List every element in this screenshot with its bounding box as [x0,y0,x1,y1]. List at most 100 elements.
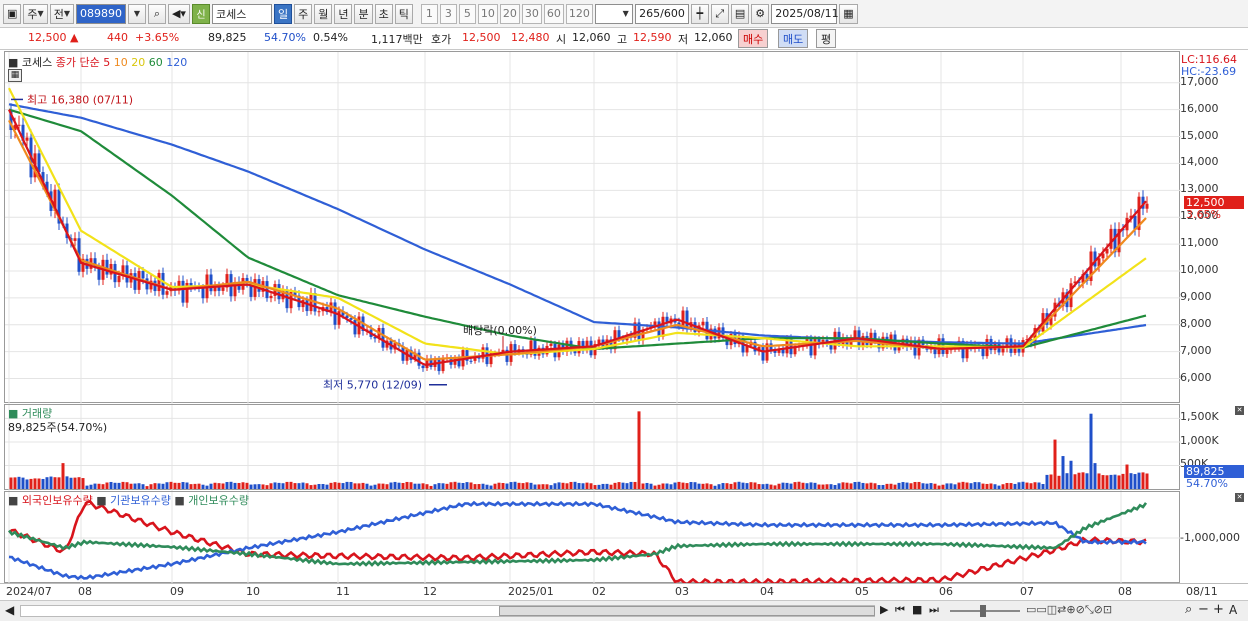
interval-30-button[interactable]: 30 [521,3,542,24]
zoom-slider-handle[interactable] [980,605,986,617]
minus-icon[interactable]: − [1198,602,1209,617]
tab-period-minute[interactable]: 분 [354,3,373,24]
layout-icon[interactable]: ▣ [3,3,22,24]
volume-bar [1081,472,1085,489]
volume-bar [489,485,493,489]
volume-bar [721,483,725,489]
plus-icon[interactable]: + [1213,602,1224,617]
volume-bar [753,482,757,489]
buy-button[interactable]: 매수 [738,29,769,48]
volume-tag-pct: 54.70% [1186,477,1228,490]
volume-bar [329,482,333,489]
interval-120-button[interactable]: 120 [565,3,593,24]
price-panel[interactable]: 최고 16,380 (07/11) 최저 5,770 (12/09) 배당락(0.0… [4,51,1243,404]
volume-bar [873,483,877,489]
interval-1-button[interactable]: 1 [420,3,438,24]
calendar-icon[interactable]: ▦ [839,3,858,24]
volume-bar [1029,483,1033,489]
volume-bar [401,482,405,489]
gear-icon[interactable]: ⚙ [751,3,770,24]
volume-bar [993,484,997,489]
eval-button[interactable]: 평 [816,29,837,48]
mode-select[interactable]: 전 ▼ [49,3,74,24]
candle-body [133,273,137,290]
zoom-slider[interactable] [950,605,1020,617]
count-field[interactable]: 265/600 [634,3,689,24]
interval-5-button[interactable]: 5 [458,3,476,24]
volume-bar [281,483,285,489]
volume-bar [405,481,409,489]
volume-bar [921,483,925,489]
toolbar: ▣ 주 ▼ 전 ▼ 089890 ▼ ⌕ ◀▾ 신 코세스 일 주 월 년 분 초 … [0,0,1248,28]
volume-bar [1089,413,1093,489]
candle-body [165,291,169,295]
volume-panel[interactable] [4,404,1181,491]
interval-10-button[interactable]: 10 [477,3,498,24]
volume-bar [249,484,253,489]
speaker-icon[interactable]: ◀▾ [167,3,190,24]
volume-bar [285,481,289,489]
price-y-tick: 13,000 [1180,182,1219,196]
chevron-down-icon: ▼ [37,9,44,18]
scroll-track[interactable] [20,605,875,617]
volume-bar [641,483,645,489]
draw-icon[interactable]: ⤢ [710,3,729,24]
candle-body [441,358,445,372]
date-field[interactable]: 2025/08/11 [771,3,839,24]
auto-scale-button[interactable]: A [1229,603,1237,617]
scroll-right-icon[interactable]: ▶ [880,603,888,616]
volume-bar [561,482,565,489]
rewind-icon[interactable]: ⏮ [895,603,905,617]
close-icon[interactable]: ✕ [1235,493,1244,502]
tab-period-month[interactable]: 월 [314,3,333,24]
candle-body [157,272,161,292]
interval-20-button[interactable]: 20 [499,3,520,24]
volume-bar [1049,474,1053,489]
tab-period-tick[interactable]: 틱 [394,3,413,24]
scroll-thumb[interactable] [499,606,875,616]
up-triangle-icon: ▲ [70,31,79,44]
forward-icon[interactable]: ⏭ [929,603,939,617]
stock-code-input[interactable]: 089890 [75,3,126,24]
interval-60-button[interactable]: 60 [543,3,564,24]
volume-bar [737,481,741,489]
zoom-out-icon[interactable]: ⌕ [1185,602,1192,617]
volume-bar [29,478,33,489]
interval-3-button[interactable]: 3 [439,3,457,24]
grid-toggle-icon[interactable]: ▦ [8,69,22,82]
save-icon[interactable]: ▤ [730,3,750,24]
tab-period-week[interactable]: 주 [294,3,313,24]
code-dropdown-button[interactable]: ▼ [127,3,146,24]
search-icon[interactable]: ⌕ [147,3,166,24]
volume-bar [21,477,25,489]
candle-icon[interactable]: ┿ [690,3,709,24]
volume-bar [1077,472,1081,489]
close-icon[interactable]: ✕ [1235,406,1244,415]
volume-bar [1133,474,1137,489]
scroll-left-icon[interactable]: ◀ [5,603,14,617]
volume-bar [837,483,841,489]
window-tools-icon[interactable]: ▭▭◫⇄⊕⊘⤡⊘⊡ [1026,603,1112,617]
volume-bar [829,484,833,489]
tab-period-day[interactable]: 일 [273,3,293,24]
volume-bar [909,483,913,489]
tab-period-year[interactable]: 년 [334,3,353,24]
ask-price: 12,500 [462,31,501,44]
period-select[interactable]: 주 ▼ [23,3,48,24]
sell-button[interactable]: 매도 [778,29,809,48]
volume-bar [513,481,517,489]
volume-bar [969,483,973,489]
volume-bar [949,483,953,489]
volume-bar [381,483,385,489]
volume-bar [349,481,353,489]
stop-icon[interactable]: ■ [912,603,922,616]
volume-bar [749,482,753,489]
dividend-annotation: 배당락(0.00%) [463,324,537,337]
tab-period-second[interactable]: 초 [374,3,393,24]
volume-bar [865,483,869,489]
candle-body [269,295,273,299]
interval-custom-dropdown[interactable]: ▼ [594,3,633,24]
volume-bar [33,478,37,489]
x-axis-label: 02 [592,585,606,598]
stock-name-field[interactable]: 코세스 [211,3,272,24]
